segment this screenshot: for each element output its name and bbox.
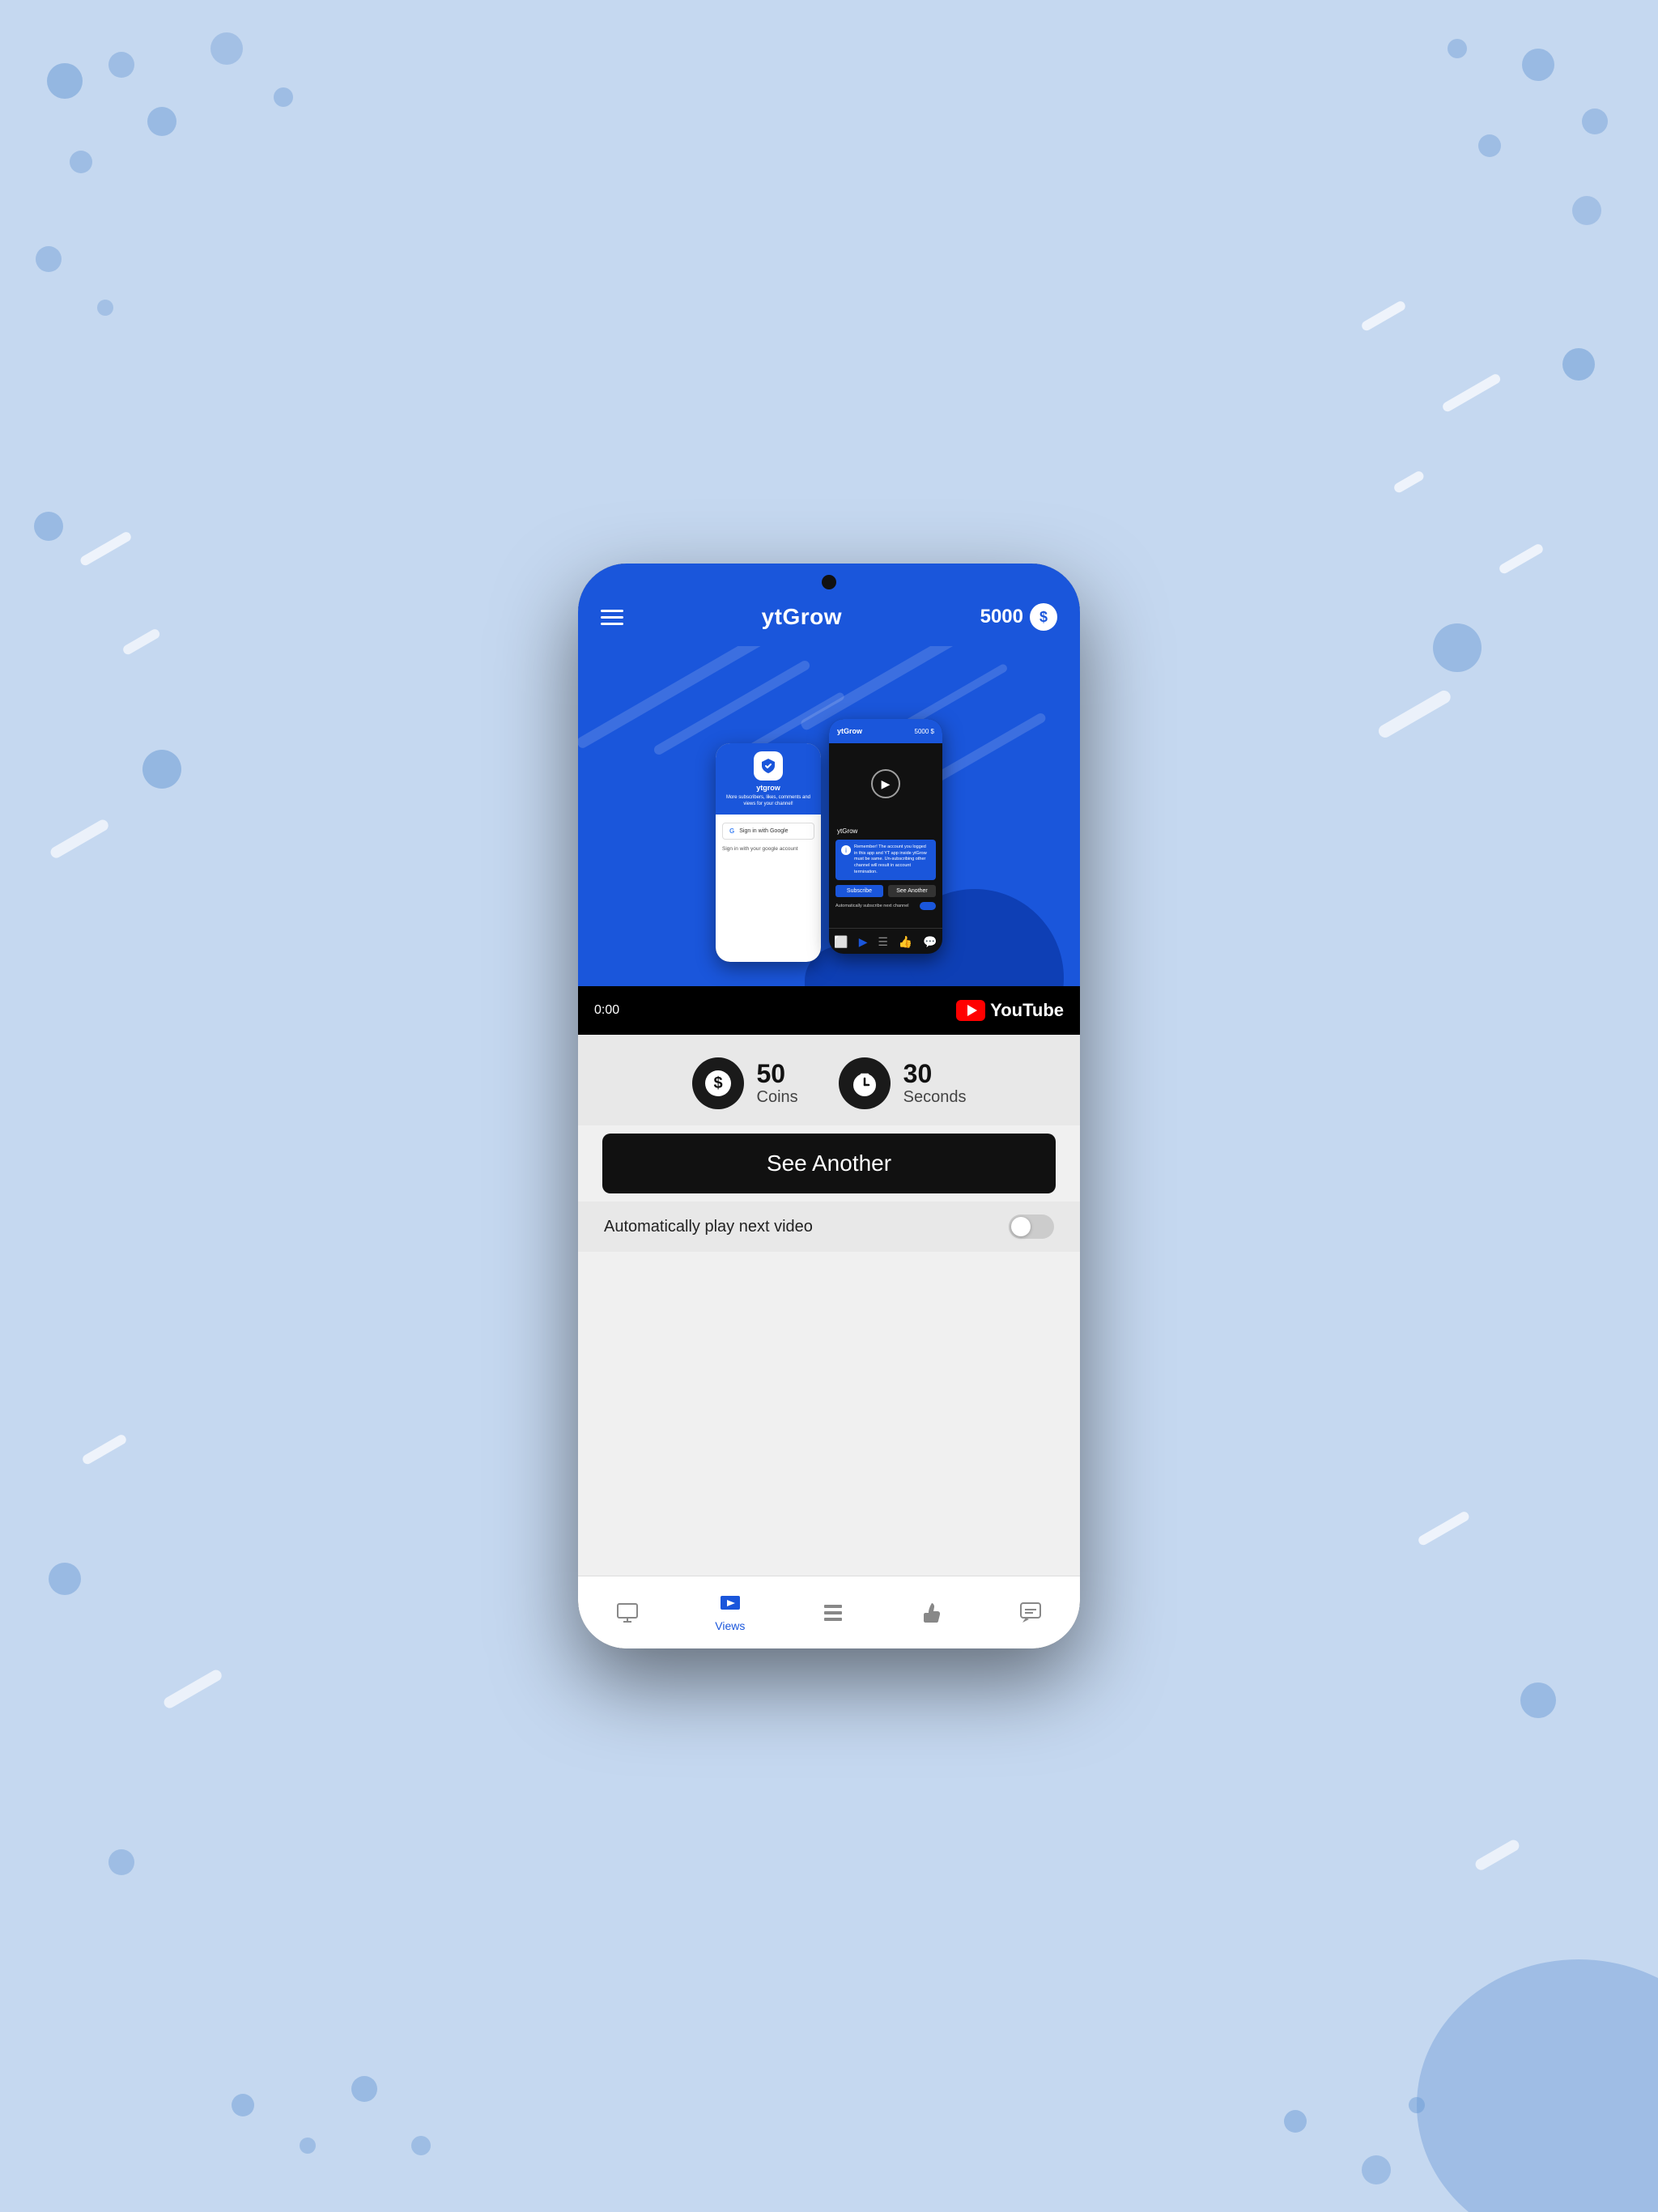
thumbs-up-icon [920,1602,943,1624]
youtube-bar: 0:00 YouTube [578,986,1080,1035]
youtube-logo: YouTube [956,1000,1064,1021]
coins-amount: 5000 [980,606,1023,628]
seconds-info-item: 30 Seconds [839,1057,967,1109]
video-area[interactable]: ytgrow More subscribers, likes, comments… [578,646,1080,1035]
list-icon [822,1602,844,1624]
camera [822,575,836,589]
coins-display: 5000 $ [980,603,1057,631]
mockup-action-buttons: Subscribe See Another [829,885,942,897]
mockup-google-btn: G Sign in with Google [722,823,814,840]
nav-item-comments[interactable] [1019,1602,1042,1624]
autoplay-label: Automatically play next video [604,1218,813,1236]
nav-item-screen[interactable] [616,1602,639,1624]
video-timestamp: 0:00 [594,1003,619,1018]
nav-item-views[interactable]: Views [715,1593,745,1632]
seconds-label: Seconds [903,1088,967,1107]
youtube-icon [956,1000,985,1021]
app-title: ytGrow [762,604,842,630]
seconds-text: 30 Seconds [903,1060,967,1107]
coin-icon: $ [1030,603,1057,631]
phone-screen: ytGrow 5000 $ [578,564,1080,1648]
nav-item-list[interactable] [822,1602,844,1624]
mockup-info-box: i Remember! The account you logged in th… [835,840,936,880]
phone-mockup-left: ytgrow More subscribers, likes, comments… [716,743,821,962]
coins-circle-icon: $ [692,1057,744,1109]
seconds-number: 30 [903,1060,967,1088]
views-nav-label: Views [715,1619,745,1632]
phone-mockup-right: ytGrow 5000 $ ▶ ytGrow i Remember! The a… [829,719,942,954]
seconds-circle-icon [839,1057,891,1109]
autoplay-toggle[interactable] [1009,1214,1054,1239]
see-another-button[interactable]: See Another [602,1134,1056,1193]
phone-mockups: ytgrow More subscribers, likes, comments… [716,719,942,962]
nav-item-likes[interactable] [920,1602,943,1624]
app-header: ytGrow 5000 $ [578,588,1080,646]
info-section: $ 50 Coins [578,1035,1080,1125]
hamburger-menu-button[interactable] [601,610,623,625]
mockup-video-thumb: ▶ [829,743,942,824]
play-button: ▶ [871,769,900,798]
coins-number: 50 [757,1060,798,1088]
mockup-auto-toggle: Automatically subscribe next channel [829,897,942,910]
coins-label: Coins [757,1088,798,1107]
coins-text: 50 Coins [757,1060,798,1107]
play-views-icon [719,1593,742,1616]
svg-text:$: $ [713,1074,722,1092]
phone-shell: ytGrow 5000 $ [578,564,1080,1648]
comment-icon [1019,1602,1042,1624]
coins-info-item: $ 50 Coins [692,1057,798,1109]
mockup-bottom-nav: ⬜ ▶ ☰ 👍 💬 [829,928,942,954]
bottom-navigation: Views [578,1576,1080,1648]
autoplay-row: Automatically play next video [578,1202,1080,1252]
monitor-icon [616,1602,639,1624]
